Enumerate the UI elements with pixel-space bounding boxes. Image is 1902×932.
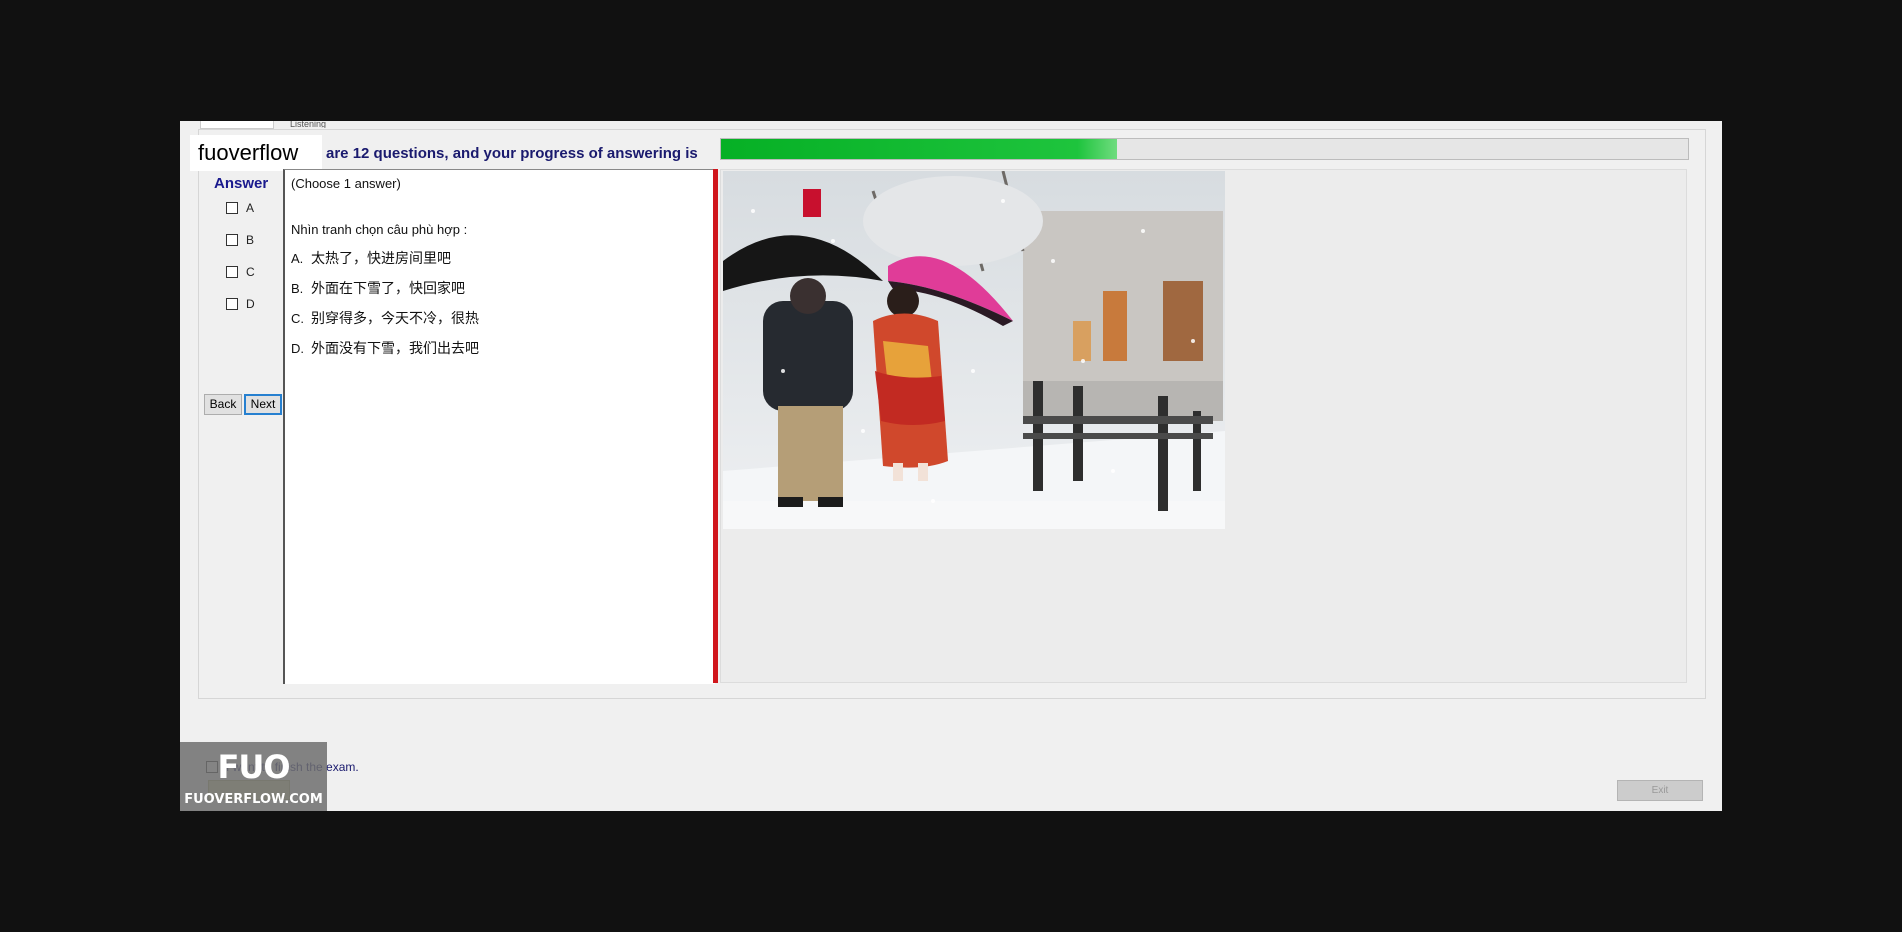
choice-a: A. 太热了，快进房间里吧 [291, 248, 451, 268]
answer-option-label: A [246, 201, 255, 215]
choice-letter: A. [291, 251, 304, 266]
back-button[interactable]: Back [204, 394, 242, 415]
tab-question[interactable] [200, 121, 274, 129]
next-button[interactable]: Next [244, 394, 282, 415]
answer-option-label: C [246, 265, 255, 279]
panel-splitter[interactable] [713, 169, 718, 683]
checkbox-b[interactable] [226, 234, 238, 246]
answer-option-label: B [246, 233, 255, 247]
choose-hint: (Choose 1 answer) [291, 176, 401, 191]
tab-listening[interactable]: Listening [290, 121, 330, 128]
choice-text: 外面没有下雪，我们出去吧 [311, 341, 479, 357]
checkbox-c[interactable] [226, 266, 238, 278]
image-area [720, 169, 1687, 683]
progress-label: are 12 questions, and your progress of a… [326, 145, 698, 162]
choice-text: 别穿得多，今天不冷，很热 [311, 311, 479, 327]
choice-text: 外面在下雪了，快回家吧 [311, 281, 465, 297]
answer-heading: Answer [214, 175, 269, 192]
choice-letter: D. [291, 341, 304, 356]
choice-letter: B. [291, 281, 304, 296]
progress-fill [721, 139, 1118, 159]
checkbox-d[interactable] [226, 298, 238, 310]
question-panel: (Choose 1 answer) Nhìn tranh chọn câu ph… [283, 169, 715, 684]
choice-letter: C. [291, 311, 304, 326]
choice-text: 太热了，快进房间里吧 [311, 251, 451, 267]
fuo-logo-site: FUOVERFLOW.COM [184, 792, 323, 807]
choice-b: B. 外面在下雪了，快回家吧 [291, 278, 465, 298]
watermark-label: fuoverflow [190, 135, 322, 171]
choice-c: C. 别穿得多，今天不冷，很热 [291, 308, 479, 328]
fuo-logo: FUO FUOVERFLOW.COM [180, 742, 327, 811]
question-photo [723, 171, 1225, 529]
exam-window: Listening are 12 questions, and your pro… [180, 121, 1722, 811]
answer-option-label: D [246, 297, 255, 311]
fuo-logo-mark: FUO [217, 748, 290, 786]
exit-button[interactable]: Exit [1617, 780, 1703, 801]
choice-d: D. 外面没有下雪，我们出去吧 [291, 338, 479, 358]
question-text: Nhìn tranh chọn câu phù hợp : [291, 222, 468, 237]
progress-bar [720, 138, 1689, 160]
checkbox-a[interactable] [226, 202, 238, 214]
